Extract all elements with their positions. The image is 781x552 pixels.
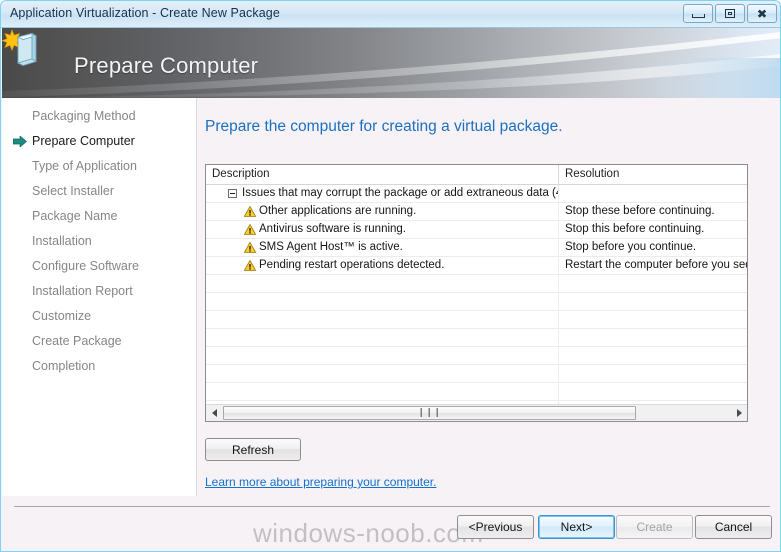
grid-description-text: Antivirus software is running.: [259, 223, 407, 235]
sidebar-item-create-package[interactable]: Create Package: [2, 329, 196, 354]
grid-description-cell: Antivirus software is running.: [206, 221, 559, 238]
previous-button[interactable]: <Previous: [457, 515, 534, 539]
grid-group-resolution-cell: [559, 185, 747, 202]
sidebar-item-package-name[interactable]: Package Name: [2, 204, 196, 229]
sidebar-item-label: Type of Application: [32, 159, 137, 173]
grid-group-row[interactable]: Issues that may corrupt the package or a…: [206, 185, 747, 203]
sidebar-item-label: Packaging Method: [32, 109, 136, 123]
grid-empty-rows: [206, 275, 747, 421]
wizard-step-sidebar: Packaging Method Prepare Computer Type o…: [2, 98, 197, 496]
header-banner: Prepare Computer: [2, 28, 780, 98]
grid-empty-row: [206, 275, 747, 293]
maximize-button[interactable]: [715, 4, 745, 23]
grid-description-text: Other applications are running.: [259, 205, 417, 217]
table-row[interactable]: Other applications are running. Stop the…: [206, 203, 747, 221]
warning-icon: [244, 206, 256, 217]
learn-more-link[interactable]: Learn more about preparing your computer…: [205, 475, 436, 489]
window-controls: ✖: [683, 4, 777, 23]
sidebar-item-configure-software[interactable]: Configure Software: [2, 254, 196, 279]
grid-group-label: Issues that may corrupt the package or a…: [242, 187, 558, 199]
column-header-resolution[interactable]: Resolution: [559, 165, 747, 184]
grid-description-text: Pending restart operations detected.: [259, 259, 445, 271]
sidebar-item-type-of-application[interactable]: Type of Application: [2, 154, 196, 179]
grid-description-cell: Other applications are running.: [206, 203, 559, 220]
sidebar-item-label: Configure Software: [32, 259, 140, 273]
grid-empty-row: [206, 383, 747, 401]
next-button[interactable]: Next>: [538, 515, 615, 539]
scroll-left-arrow-icon[interactable]: [206, 405, 222, 421]
collapse-minus-icon[interactable]: [228, 189, 237, 198]
warning-icon: [244, 242, 256, 253]
sidebar-item-label: Prepare Computer: [32, 134, 135, 148]
scrollbar-grip-icon: ❙❙❙: [417, 408, 442, 418]
warning-icon: [244, 260, 256, 271]
sidebar-item-installation-report[interactable]: Installation Report: [2, 279, 196, 304]
sidebar-item-installation[interactable]: Installation: [2, 229, 196, 254]
sidebar-item-prepare-computer[interactable]: Prepare Computer: [2, 129, 196, 154]
maximize-icon: [725, 9, 735, 18]
warning-icon: [244, 224, 256, 235]
minimize-icon: [691, 13, 705, 18]
minimize-button[interactable]: [683, 4, 713, 23]
scrollbar-thumb[interactable]: ❙❙❙: [223, 406, 636, 420]
sidebar-item-label: Installation Report: [32, 284, 133, 298]
content-heading: Prepare the computer for creating a virt…: [205, 118, 563, 135]
table-row[interactable]: SMS Agent Host™ is active. Stop before y…: [206, 239, 747, 257]
footer-button-bar: <Previous Next> Create Cancel: [1, 515, 780, 545]
refresh-button[interactable]: Refresh: [205, 438, 301, 461]
grid-description-cell: Pending restart operations detected.: [206, 257, 559, 274]
application-window: Application Virtualization - Create New …: [0, 0, 781, 552]
grid-resolution-cell: Restart the computer before you sequ: [565, 259, 747, 271]
window-title: Application Virtualization - Create New …: [10, 6, 280, 20]
grid-empty-row: [206, 293, 747, 311]
grid-group-description-cell: Issues that may corrupt the package or a…: [206, 185, 559, 202]
sidebar-item-label: Select Installer: [32, 184, 114, 198]
grid-empty-row: [206, 311, 747, 329]
close-button[interactable]: ✖: [747, 4, 777, 23]
package-starburst-icon: [2, 28, 38, 66]
grid-resolution-cell: Stop this before continuing.: [565, 223, 705, 235]
grid-empty-row: [206, 365, 747, 383]
sidebar-item-label: Customize: [32, 309, 92, 323]
issues-grid: Description Resolution Issues that may c…: [205, 164, 748, 422]
cancel-button[interactable]: Cancel: [695, 515, 772, 539]
grid-header-row: Description Resolution: [206, 165, 747, 185]
grid-horizontal-scrollbar[interactable]: ❙❙❙: [206, 404, 747, 421]
sidebar-item-label: Installation: [32, 234, 92, 248]
content-pane: Prepare the computer for creating a virt…: [197, 98, 780, 496]
wizard-step-list: Packaging Method Prepare Computer Type o…: [2, 98, 196, 379]
table-row[interactable]: Pending restart operations detected. Res…: [206, 257, 747, 275]
close-icon: ✖: [756, 6, 768, 21]
grid-empty-row: [206, 329, 747, 347]
page-title: Prepare Computer: [74, 53, 259, 78]
create-button: Create: [616, 515, 693, 539]
sidebar-item-label: Completion: [32, 359, 96, 373]
column-header-description[interactable]: Description: [206, 165, 559, 184]
table-row[interactable]: Antivirus software is running. Stop this…: [206, 221, 747, 239]
grid-description-text: SMS Agent Host™ is active.: [259, 241, 403, 253]
grid-description-cell: SMS Agent Host™ is active.: [206, 239, 559, 256]
sidebar-item-label: Package Name: [32, 209, 118, 223]
sidebar-item-label: Create Package: [32, 334, 122, 348]
grid-empty-row: [206, 347, 747, 365]
current-step-arrow-icon: [13, 136, 27, 147]
sidebar-item-customize[interactable]: Customize: [2, 304, 196, 329]
sidebar-item-packaging-method[interactable]: Packaging Method: [2, 104, 196, 129]
scroll-right-arrow-icon[interactable]: [731, 405, 747, 421]
sidebar-item-select-installer[interactable]: Select Installer: [2, 179, 196, 204]
title-bar: Application Virtualization - Create New …: [1, 1, 780, 28]
grid-resolution-cell: Stop before you continue.: [565, 241, 697, 253]
grid-resolution-cell: Stop these before continuing.: [565, 205, 715, 217]
sidebar-item-completion[interactable]: Completion: [2, 354, 196, 379]
footer-divider: [14, 506, 770, 507]
